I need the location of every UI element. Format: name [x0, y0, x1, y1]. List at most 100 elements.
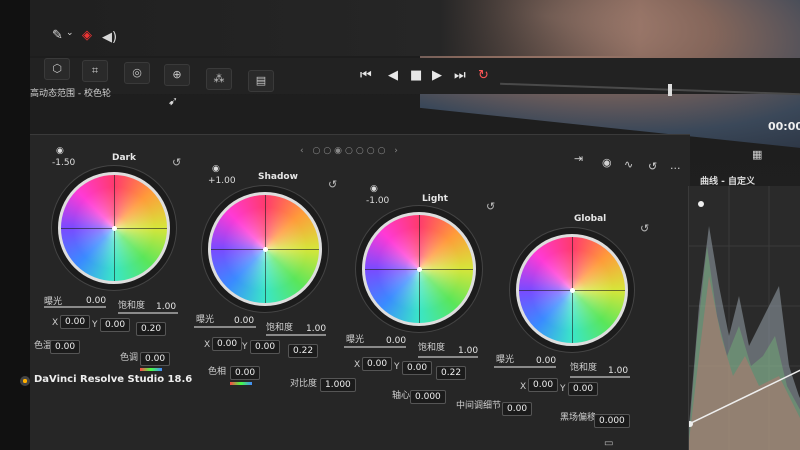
light-z-field[interactable]: 0.22: [436, 366, 467, 380]
contrast-field[interactable]: 1.000: [320, 378, 356, 392]
dark-z-field[interactable]: 0.20: [136, 322, 167, 336]
global-exposure-slider[interactable]: [494, 366, 556, 368]
shadow-z-field[interactable]: 0.22: [288, 344, 319, 358]
add-node-icon[interactable]: ⊕: [164, 64, 190, 86]
shadow-reset-icon[interactable]: ↺: [328, 178, 337, 191]
light-y-field[interactable]: 0.00: [402, 361, 433, 375]
more-icon[interactable]: ···: [670, 162, 681, 175]
global-exposure-label: 曝光: [496, 355, 515, 365]
shadow-sat-value[interactable]: 1.00: [306, 324, 326, 334]
shadow-exposure-slider[interactable]: [194, 326, 256, 328]
global-x-field[interactable]: 0.00: [528, 378, 559, 392]
play-reverse-icon[interactable]: ◀: [388, 68, 398, 83]
dark-exposure-slider[interactable]: [44, 306, 106, 308]
global-wheel[interactable]: [516, 234, 628, 346]
shadow-x-field[interactable]: 0.00: [212, 337, 243, 351]
dark-x-field[interactable]: 0.00: [60, 315, 91, 329]
global-reset-icon[interactable]: ↺: [640, 222, 649, 235]
playhead[interactable]: [668, 84, 672, 96]
app-name: DaVinci Resolve Studio 18.6: [34, 374, 193, 385]
light-exposure-label: 曝光: [346, 335, 365, 345]
panel-bottom-icon[interactable]: ▭: [604, 438, 613, 449]
shadow-sat-slider[interactable]: [266, 334, 326, 336]
resolve-color-page: ✎ ⌄ ◈ ◀) ⬡ ⌗ ◎ ⊕ ⁂ ▤ ➹ ⏮ ◀ ■ ▶ ⏭ ↻ 高动态范围…: [0, 0, 800, 450]
tint-label: 色调: [120, 353, 139, 363]
global-x-axis-label: X: [520, 382, 527, 392]
timecode: 00:00: [768, 120, 800, 133]
hue-label: 色相: [208, 367, 227, 377]
curves-graph: [687, 186, 800, 450]
pointer-icon[interactable]: ➹: [168, 94, 178, 108]
skip-end-icon[interactable]: ⏭: [454, 68, 466, 83]
black-offset-label: 黑场偏移: [560, 413, 597, 423]
dark-reset-icon[interactable]: ↺: [172, 156, 181, 169]
split-icon[interactable]: ⁂: [206, 68, 232, 90]
global-y-field[interactable]: 0.00: [568, 382, 599, 396]
reset-all-icon[interactable]: ↺: [648, 160, 657, 173]
dark-sat-slider[interactable]: [118, 312, 178, 314]
tracker-icon[interactable]: ◎: [124, 62, 150, 84]
shadow-knob-icon[interactable]: ◉: [212, 164, 220, 174]
global-sat-value[interactable]: 1.00: [608, 366, 628, 376]
light-exposure-slider[interactable]: [344, 346, 406, 348]
eyedropper-icon[interactable]: ✎: [52, 28, 63, 43]
tint-field[interactable]: 0.00: [140, 352, 171, 366]
speaker-icon[interactable]: ◀): [102, 30, 117, 45]
tint-gradient: [140, 368, 162, 371]
light-x-field[interactable]: 0.00: [362, 357, 393, 371]
global-sat-label: 饱和度: [570, 363, 598, 373]
black-offset-field[interactable]: 0.000: [594, 414, 630, 428]
dark-sat-label: 饱和度: [118, 301, 146, 311]
curves-mode-icon[interactable]: ▦: [752, 148, 762, 161]
loop-icon[interactable]: ↻: [478, 68, 489, 83]
light-wheel[interactable]: [362, 212, 476, 326]
play-icon[interactable]: ▶: [432, 68, 442, 83]
chevron-down-icon[interactable]: ⌄: [66, 28, 74, 38]
node-icon[interactable]: ⬡: [44, 58, 70, 80]
shadow-exposure-value[interactable]: 0.00: [234, 316, 254, 326]
contrast-label: 对比度: [290, 379, 318, 389]
light-y-axis-label: Y: [394, 362, 400, 372]
pivot-field[interactable]: 0.000: [410, 390, 446, 404]
curves-panel[interactable]: [687, 186, 800, 450]
light-exposure-value[interactable]: 0.00: [386, 336, 406, 346]
light-reset-icon[interactable]: ↺: [486, 200, 495, 213]
dark-title: Dark: [112, 153, 136, 163]
color-temp-field[interactable]: 0.00: [50, 340, 81, 354]
dark-sat-value[interactable]: 1.00: [156, 302, 176, 312]
dark-knob-icon[interactable]: ◉: [56, 146, 64, 156]
shadow-wheel[interactable]: [208, 192, 322, 306]
shadow-y-axis-label: Y: [242, 342, 248, 352]
dark-exposure-value[interactable]: 0.00: [86, 296, 106, 306]
dark-y-field[interactable]: 0.00: [100, 318, 131, 332]
dark-wheel[interactable]: [58, 172, 170, 284]
hue-gradient: [230, 382, 252, 385]
global-exposure-value[interactable]: 0.00: [536, 356, 556, 366]
pivot-label: 轴心: [392, 391, 411, 401]
shadow-y-field[interactable]: 0.00: [250, 340, 281, 354]
curves-title: 曲线 - 自定义: [700, 177, 756, 187]
skip-start-icon[interactable]: ⏮: [360, 68, 372, 83]
midtone-field[interactable]: 0.00: [502, 402, 533, 416]
davinci-logo-icon: [20, 376, 30, 386]
light-knob-icon[interactable]: ◉: [370, 184, 378, 194]
page-title: 高动态范围 - 校色轮: [30, 89, 111, 99]
shadow-x-axis-label: X: [204, 340, 211, 350]
stop-icon[interactable]: ■: [410, 68, 422, 83]
layers-icon[interactable]: ◈: [82, 28, 92, 43]
shadow-title: Shadow: [258, 172, 298, 182]
dark-x-axis-label: X: [52, 318, 59, 328]
waveform-icon[interactable]: ∿: [624, 158, 633, 171]
dark-knob-value: -1.50: [52, 158, 76, 168]
light-sat-label: 饱和度: [418, 343, 446, 353]
target-icon[interactable]: ◉: [602, 156, 612, 169]
light-sat-slider[interactable]: [418, 356, 478, 358]
image-icon[interactable]: ▤: [248, 70, 274, 92]
page-dots[interactable]: ‹ ○○◉○○○○ ›: [300, 146, 401, 156]
global-sat-slider[interactable]: [570, 376, 630, 378]
shadow-knob-value: +1.00: [208, 176, 236, 186]
hue-field[interactable]: 0.00: [230, 366, 261, 380]
crop-icon[interactable]: ⌗: [82, 60, 108, 82]
export-icon[interactable]: ⇥: [574, 152, 583, 165]
light-sat-value[interactable]: 1.00: [458, 346, 478, 356]
